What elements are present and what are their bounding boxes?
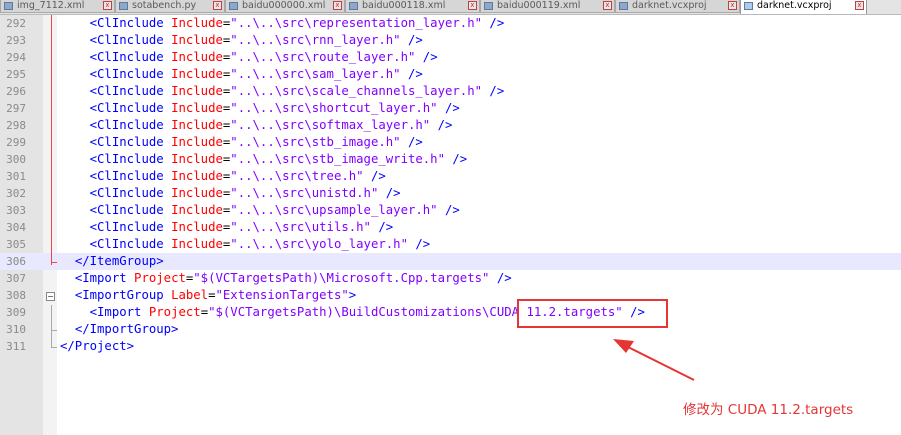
annotation-text: 修改为 CUDA 11.2.targets [683, 402, 854, 418]
annotation-arrow-icon [613, 339, 695, 381]
